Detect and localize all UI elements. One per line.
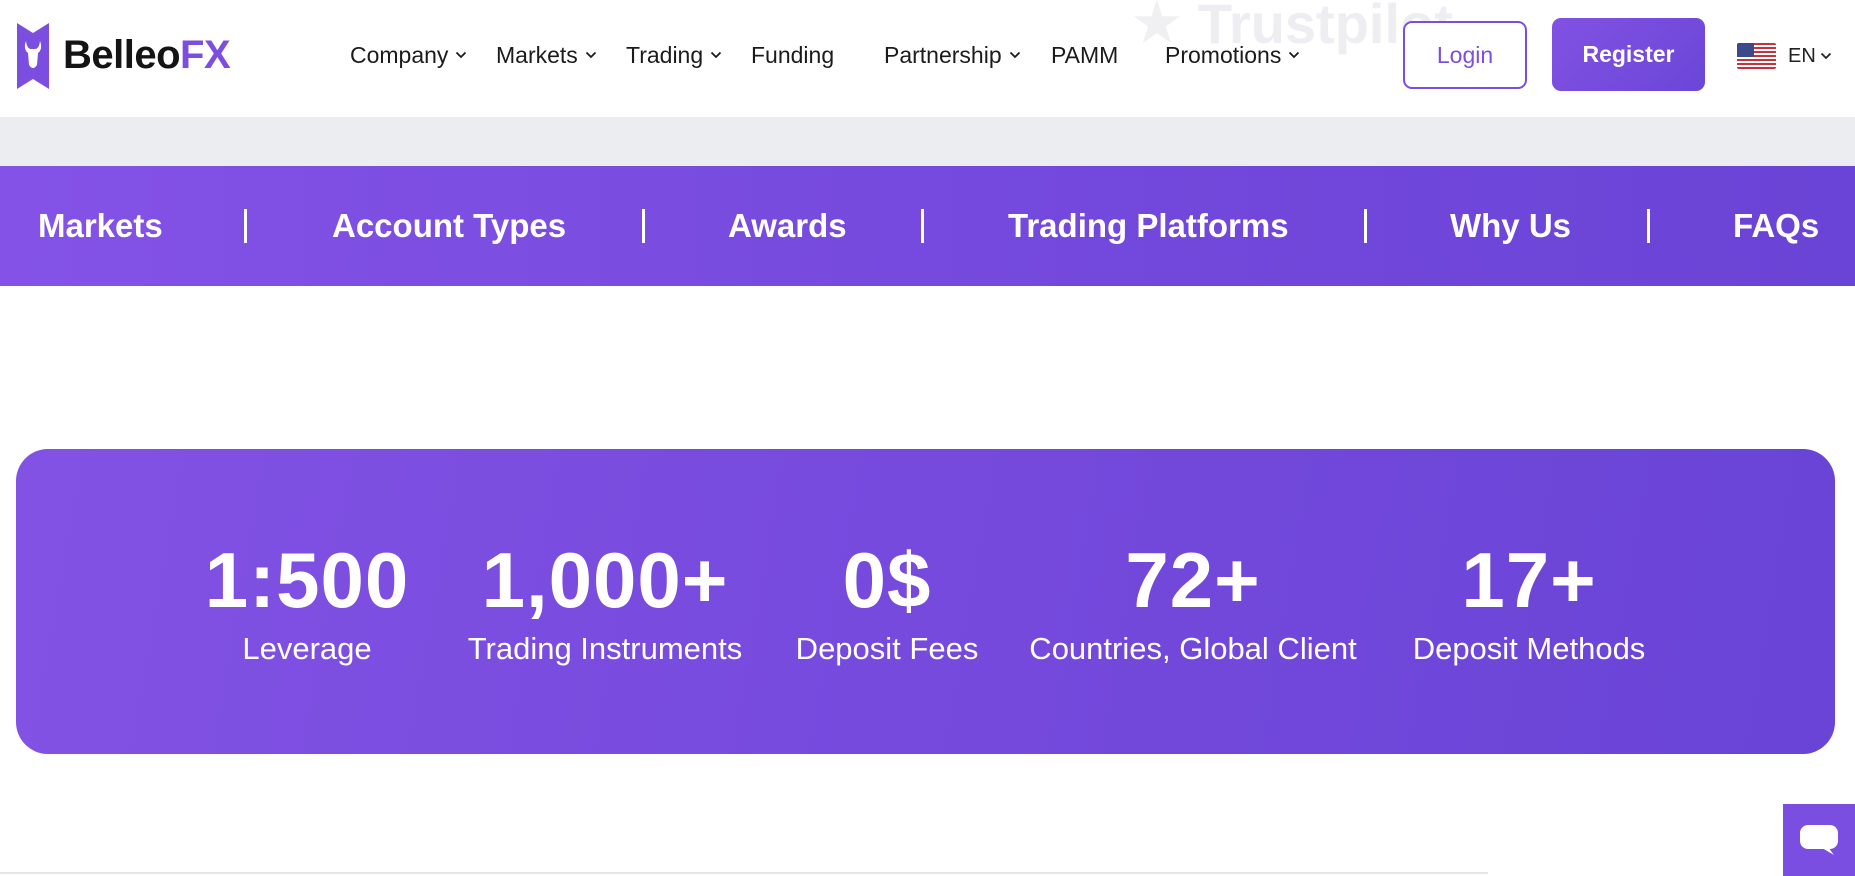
- stat-deposit-methods: 17+ Deposit Methods: [1413, 535, 1646, 669]
- stat-label: Deposit Methods: [1412, 631, 1646, 666]
- stat-value: 1:500: [204, 536, 410, 624]
- section-nav-divider: [1364, 209, 1367, 243]
- section-nav-why-us[interactable]: Why Us: [1450, 166, 1571, 286]
- stat-countries: 72+ Countries, Global Client: [1029, 535, 1356, 669]
- chevron-down-icon: [711, 51, 722, 59]
- stat-label: Countries, Global Client: [1029, 631, 1357, 666]
- section-nav-markets[interactable]: Markets: [38, 166, 163, 286]
- chat-launcher-button[interactable]: [1783, 804, 1855, 876]
- chevron-down-icon: [1820, 52, 1831, 60]
- stat-value: 0$: [842, 536, 932, 624]
- stats-banner: 1:500 Leverage 1,000+ Trading Instrument…: [16, 449, 1835, 754]
- section-nav-divider: [1647, 209, 1650, 243]
- chat-bubble-icon: [1800, 825, 1838, 855]
- section-nav: Markets Account Types Awards Trading Pla…: [0, 166, 1855, 286]
- nav-promotions[interactable]: Promotions: [1165, 36, 1300, 74]
- stat-label: Trading Instruments: [467, 631, 743, 666]
- chevron-down-icon: [1009, 51, 1020, 59]
- section-nav-awards[interactable]: Awards: [728, 166, 847, 286]
- stat-value: 17+: [1461, 536, 1597, 624]
- stat-label: Leverage: [242, 631, 372, 666]
- nav-pamm[interactable]: PAMM: [1051, 36, 1118, 74]
- language-code: EN: [1788, 44, 1816, 67]
- stat-leverage: 1:500 Leverage: [205, 535, 410, 669]
- stat-trading-instruments: 1,000+ Trading Instruments: [468, 535, 743, 669]
- chevron-down-icon: [585, 51, 596, 59]
- brand-name: BelleoFX: [63, 32, 231, 77]
- login-button[interactable]: Login: [1403, 21, 1527, 89]
- section-nav-divider: [921, 209, 924, 243]
- nav-partnership[interactable]: Partnership: [884, 36, 1021, 74]
- header-divider-band: [0, 117, 1855, 166]
- section-nav-divider: [244, 209, 247, 243]
- nav-company[interactable]: Company: [350, 36, 467, 74]
- section-nav-faqs[interactable]: FAQs: [1733, 166, 1819, 286]
- nav-funding[interactable]: Funding: [751, 36, 834, 74]
- stat-value: 72+: [1125, 536, 1261, 624]
- brand-logo[interactable]: BelleoFX: [15, 19, 231, 91]
- section-divider: [0, 872, 1488, 874]
- stat-value: 1,000+: [481, 536, 729, 624]
- section-nav-trading-platforms[interactable]: Trading Platforms: [1008, 166, 1289, 286]
- nav-trading[interactable]: Trading: [626, 36, 722, 74]
- us-flag-icon: [1737, 43, 1776, 69]
- section-nav-divider: [642, 209, 645, 243]
- chevron-down-icon: [1289, 51, 1300, 59]
- section-nav-account-types[interactable]: Account Types: [332, 166, 566, 286]
- stat-label: Deposit Fees: [795, 631, 979, 666]
- nav-markets[interactable]: Markets: [496, 36, 597, 74]
- stat-deposit-fees: 0$ Deposit Fees: [796, 535, 979, 669]
- register-button[interactable]: Register: [1552, 18, 1705, 91]
- site-header: BelleoFX ★ Trustpilot Company Markets Tra…: [0, 0, 1855, 117]
- chevron-down-icon: [456, 51, 467, 59]
- language-selector[interactable]: EN: [1737, 41, 1832, 71]
- bull-logo-icon: [17, 23, 49, 89]
